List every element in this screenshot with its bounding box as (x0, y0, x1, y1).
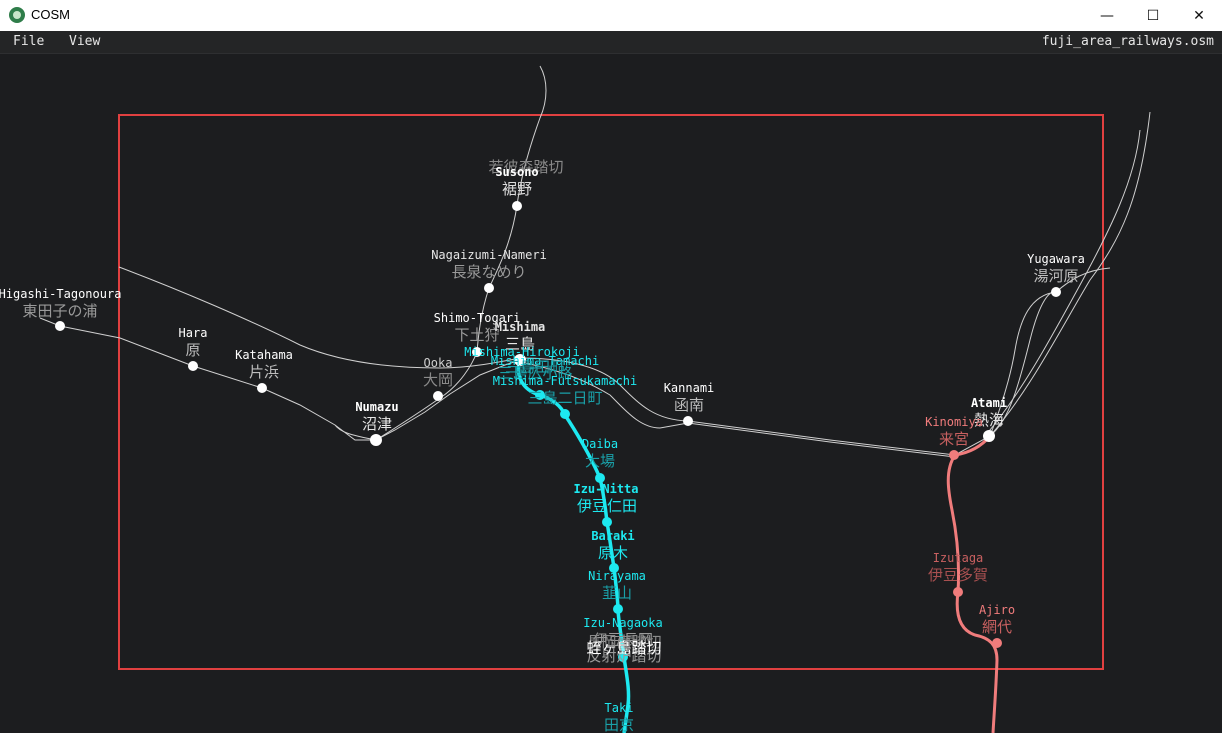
numazu-label: Numazu (355, 400, 398, 414)
susono-label: Susono (495, 165, 538, 179)
kinomiya-label: Kinomiya (925, 415, 983, 429)
atami-dot[interactable] (983, 430, 995, 442)
mishima-label: Mishima (495, 320, 546, 334)
higashi-tagonoura-jp-label: 東田子の浦 (22, 302, 97, 320)
katahama-dot[interactable] (257, 383, 267, 393)
katahama-jp-label: 片浜 (249, 363, 279, 381)
taki-label: Taki (605, 701, 634, 715)
numazu-jp-label: 沼津 (362, 415, 392, 433)
numazu-dot[interactable] (370, 434, 382, 446)
maximize-button[interactable]: ☐ (1130, 0, 1176, 31)
kannami-jp-label: 函南 (674, 396, 704, 414)
nirayama-label: Nirayama (588, 569, 646, 583)
nagaizumi-label: Nagaizumi-Nameri (431, 248, 547, 262)
ooka-dot[interactable] (433, 391, 443, 401)
izutaga-jp-label: 伊豆多賀 (928, 566, 988, 584)
menu-view[interactable]: View (69, 34, 100, 49)
ito-labels: Kinomiya 来宮 Izutaga 伊豆多賀 Ajiro 網代 (925, 415, 1015, 636)
minimize-button[interactable]: — (1084, 0, 1130, 31)
jr-station-dots (55, 201, 1061, 446)
nagaizumi-jp-label: 長泉なめり (451, 263, 526, 281)
baraki-jp-label: 原木 (598, 544, 628, 562)
close-button[interactable]: ✕ (1176, 0, 1222, 31)
kinomiya-dot[interactable] (949, 450, 959, 460)
yugawara-label: Yugawara (1027, 252, 1085, 266)
menu-bar: File View fuji_area_railways.osm (0, 31, 1222, 54)
window-title: COSM (31, 7, 70, 22)
daiba-dot[interactable] (560, 409, 570, 419)
map-canvas[interactable]: 若彼森踏切 Susono 裾野 Nagaizumi-Nameri 長泉なめり S… (0, 54, 1222, 733)
taki-jp-label: 田京 (604, 716, 634, 733)
izutaga-label: Izutaga (933, 551, 984, 565)
nirayama-jp-label: 韮山 (602, 584, 632, 602)
hara-label: Hara (179, 326, 208, 340)
hara-dot[interactable] (188, 361, 198, 371)
yugawara-dot[interactable] (1051, 287, 1061, 297)
nagaizumi-dot[interactable] (484, 283, 494, 293)
izunitta-label: Izu-Nitta (573, 482, 638, 496)
katahama-label: Katahama (235, 348, 293, 362)
mishima-futsukamachi-label: Mishima-Futsukamachi (493, 374, 638, 388)
ajiro-dot[interactable] (992, 638, 1002, 648)
izunagaoka-dot[interactable] (613, 604, 623, 614)
open-file-name: fuji_area_railways.osm (1041, 34, 1214, 49)
izunagaoka-label: Izu-Nagaoka (583, 616, 662, 630)
yugawara-jp-label: 湯河原 (1033, 267, 1078, 285)
higashi-tagonoura-label: Higashi-Tagonoura (0, 287, 121, 301)
susono-dot[interactable] (512, 201, 522, 211)
izunagaoka-extra-label-3: 蛭ヶ島踏切 (586, 639, 661, 657)
kannami-label: Kannami (664, 381, 715, 395)
menu-file[interactable]: File (13, 34, 44, 49)
kannami-dot[interactable] (683, 416, 693, 426)
susono-jp-label: 裾野 (502, 180, 532, 198)
ooka-jp-label: 大岡 (423, 371, 453, 389)
shimotogari-jp-label: 下土狩 (454, 326, 499, 344)
map-svg[interactable]: 若彼森踏切 Susono 裾野 Nagaizumi-Nameri 長泉なめり S… (0, 54, 1222, 733)
ajiro-label: Ajiro (979, 603, 1015, 617)
hara-jp-label: 原 (185, 341, 200, 359)
ito-line (946, 435, 999, 733)
tokaido-line-east (519, 267, 1111, 456)
window-titlebar: COSM — ☐ ✕ (0, 0, 1222, 32)
izu-hakone-labels: Mishima-Hirokoji 三島広小路 Mishima-Tamachi 三… (464, 345, 663, 733)
mishima-futsukamachi-jp-label: 三島二日町 (527, 389, 602, 407)
daiba-jp-label: 大場 (585, 452, 615, 470)
baraki-label: Baraki (591, 529, 634, 543)
kinomiya-jp-label: 来宮 (939, 430, 969, 448)
higashi-tagonoura-dot[interactable] (55, 321, 65, 331)
ooka-label: Ooka (424, 356, 453, 370)
cosm-logo-icon (9, 7, 25, 23)
izunitta-jp-label: 伊豆仁田 (577, 497, 637, 515)
baraki-dot[interactable] (602, 517, 612, 527)
izutaga-dot[interactable] (953, 587, 963, 597)
daiba-label: Daiba (582, 437, 618, 451)
ajiro-jp-label: 網代 (982, 618, 1012, 636)
atami-label: Atami (971, 396, 1007, 410)
